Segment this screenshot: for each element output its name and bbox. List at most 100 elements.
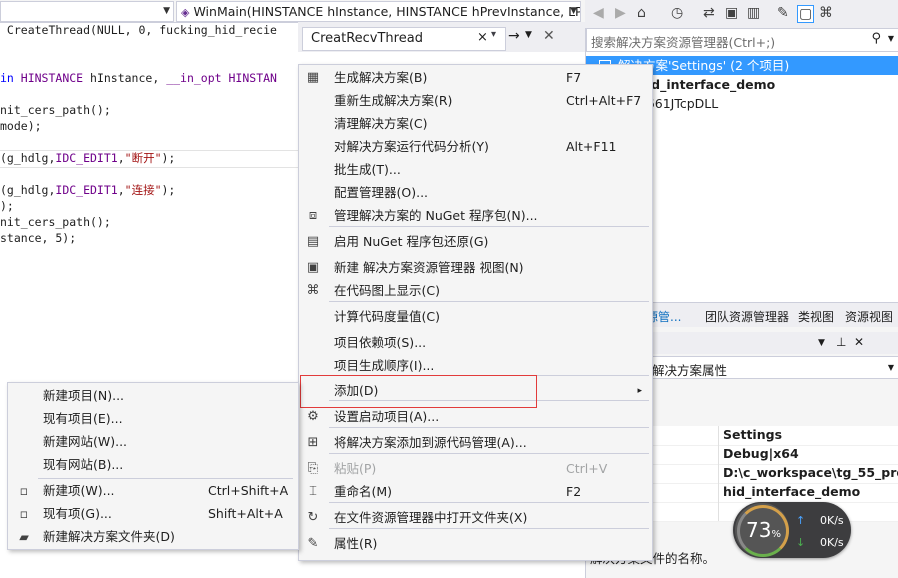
menu-item-icon: ▫: [19, 483, 29, 498]
submenu-item[interactable]: ▰ 新建解决方案文件夹(D): [8, 526, 298, 548]
cpu-percent: 73%: [746, 518, 781, 542]
find-symbol-box[interactable]: CreatRecvThread × ▾: [302, 27, 506, 51]
code-line[interactable]: );: [0, 198, 14, 214]
navigation-bar: ▼ ◈ WinMain(HINSTANCE hInstance, HINSTANC…: [0, 0, 585, 23]
context-menu-item[interactable]: ✎ 属性(R): [299, 533, 652, 555]
code-line[interactable]: nit_cers_path();: [0, 214, 111, 230]
code-token: "断开": [124, 151, 162, 165]
code-line[interactable]: (g_hdlg,IDC_EDIT1,"连接");: [0, 182, 175, 198]
context-menu-item[interactable]: ⎘ 粘贴(P) Ctrl+V: [299, 458, 652, 480]
menu-item-icon: ▣: [306, 260, 320, 275]
context-menu-item[interactable]: ⚙ 设置启动项目(A)...: [299, 406, 652, 428]
code-token: nit_cers_path();: [0, 103, 111, 117]
class-diagram-icon[interactable]: ⌘: [819, 5, 833, 21]
code-line[interactable]: CreateThread(NULL, 0, fucking_hid_recie: [0, 22, 277, 38]
close-icon[interactable]: ✕: [854, 335, 864, 349]
download-speed: 0K/s: [820, 536, 844, 549]
context-menu-item[interactable]: ⌶ 重命名(M) F2: [299, 481, 652, 503]
context-menu-item[interactable]: 项目生成顺序(I)...: [299, 355, 652, 377]
go-arrow-icon[interactable]: →: [508, 28, 520, 44]
code-line[interactable]: nit_cers_path();: [0, 102, 111, 118]
search-icon[interactable]: ⚲: [871, 31, 881, 46]
chevron-down-icon[interactable]: ▼: [888, 34, 894, 43]
code-line[interactable]: in HINSTANCE hInstance, __in_opt HINSTAN: [0, 70, 277, 86]
code-token: "连接": [124, 183, 162, 197]
home-icon[interactable]: ⌂: [637, 5, 646, 21]
context-menu-item[interactable]: 配置管理器(O)...: [299, 182, 652, 204]
menu-item-shortcut: Shift+Alt+A: [208, 506, 283, 521]
submenu-item[interactable]: 新建项目(N)...: [8, 385, 298, 407]
context-menu-item[interactable]: ▤ 启用 NuGet 程序包还原(G): [299, 231, 652, 253]
context-menu-item[interactable]: ↻ 在文件资源管理器中打开文件夹(X): [299, 507, 652, 529]
code-line[interactable]: mode);: [0, 118, 42, 134]
chevron-down-icon: ▼: [887, 363, 894, 372]
menu-item-label: 将解决方案添加到源代码管理(A)...: [334, 435, 527, 450]
wrench-icon[interactable]: ✎: [777, 5, 789, 21]
context-menu-item[interactable]: ▣ 新建 解决方案资源管理器 视图(N): [299, 257, 652, 279]
menu-item-icon: ▰: [19, 529, 29, 544]
submenu-item[interactable]: 现有网站(B)...: [8, 454, 298, 476]
menu-item-label: 项目依赖项(S)...: [334, 335, 427, 350]
chevron-down-icon[interactable]: ▼: [818, 338, 825, 348]
history-icon[interactable]: ◷: [671, 5, 683, 21]
solution-explorer-toolbar: ◀ ▶ ⌂ ◷ ⇄ ▣ ▥ ✎ ▢ ⌘: [585, 0, 898, 28]
submenu-item[interactable]: ▫ 新建项(W)... Ctrl+Shift+A: [8, 480, 298, 502]
solution-search-input[interactable]: 搜索解决方案资源管理器(Ctrl+;) ⚲ ▼: [586, 28, 898, 52]
code-token: hInstance,: [83, 71, 167, 85]
collapse-icon[interactable]: ▣: [725, 5, 738, 21]
dropdown-icon[interactable]: ▾: [491, 29, 496, 40]
code-token: ,: [117, 151, 125, 165]
show-files-icon[interactable]: ▥: [747, 5, 760, 21]
context-menu-item[interactable]: 清理解决方案(C): [299, 113, 652, 135]
close-icon[interactable]: ✕: [543, 28, 555, 44]
menu-item-shortcut: Alt+F11: [566, 139, 617, 154]
solution-context-menu: ▦ 生成解决方案(B) F7 重新生成解决方案(R) Ctrl+Alt+F7 清理解决方案…: [298, 64, 653, 561]
close-icon[interactable]: ×: [477, 30, 488, 45]
menu-item-label: 新建项(W)...: [43, 483, 115, 498]
download-arrow-icon: ↓: [796, 536, 806, 549]
menu-item-label: 现有项目(E)...: [43, 411, 123, 426]
menu-item-icon: ⌘: [306, 283, 320, 298]
context-menu-item[interactable]: 计算代码度量值(C): [299, 306, 652, 328]
submenu-item[interactable]: ▫ 现有项(G)... Shift+Alt+A: [8, 503, 298, 525]
pin-icon[interactable]: ⊥: [836, 335, 846, 349]
menu-item-shortcut: Ctrl+V: [566, 461, 608, 476]
tab-team-explorer[interactable]: 团队资源管理器: [705, 308, 789, 325]
code-token: (g_hdlg,: [0, 183, 56, 197]
code-token: nit_cers_path();: [0, 215, 111, 229]
forward-icon[interactable]: ▶: [615, 5, 626, 21]
function-combo[interactable]: ◈ WinMain(HINSTANCE hInstance, HINSTANCE …: [176, 1, 581, 22]
menu-item-shortcut: Ctrl+Shift+A: [208, 483, 289, 498]
find-symbol-text: CreatRecvThread: [311, 31, 423, 46]
menu-item-label: 配置管理器(O)...: [334, 185, 429, 200]
tab-class-view[interactable]: 类视图: [798, 308, 834, 325]
search-placeholder: 搜索解决方案资源管理器(Ctrl+;): [591, 35, 776, 50]
menu-item-icon: ↻: [307, 510, 319, 525]
menu-item-label: 计算代码度量值(C): [334, 309, 440, 324]
context-menu-item[interactable]: 重新生成解决方案(R) Ctrl+Alt+F7: [299, 90, 652, 112]
menu-item-label: 新建网站(W)...: [43, 434, 128, 449]
context-menu-item[interactable]: ▦ 生成解决方案(B) F7: [299, 67, 652, 89]
menu-item-icon: ⌶: [309, 484, 317, 499]
chevron-down-icon[interactable]: ▼: [525, 30, 532, 40]
code-token: IDC_EDIT1: [55, 183, 118, 197]
context-menu-item[interactable]: 批生成(T)...: [299, 159, 652, 181]
menu-item-label: 生成解决方案(B): [334, 70, 428, 85]
preview-icon[interactable]: ▢: [797, 5, 815, 23]
code-line[interactable]: (g_hdlg,IDC_EDIT1,"断开");: [0, 150, 175, 166]
sync-icon[interactable]: ⇄: [703, 5, 715, 21]
tab-resource-view[interactable]: 资源视图: [845, 308, 893, 325]
menu-item-label: 重命名(M): [334, 484, 393, 499]
code-line[interactable]: stance, 5);: [0, 230, 76, 246]
submenu-item[interactable]: 新建网站(W)...: [8, 431, 298, 453]
context-menu-item[interactable]: 对解决方案运行代码分析(Y) Alt+F11: [299, 136, 652, 158]
context-menu-item[interactable]: 项目依赖项(S)...: [299, 332, 652, 354]
scope-combo[interactable]: ▼: [0, 1, 174, 22]
submenu-item[interactable]: 现有项目(E)...: [8, 408, 298, 430]
context-menu-item[interactable]: ⊞ 将解决方案添加到源代码管理(A)...: [299, 432, 652, 454]
menu-item-label: 对解决方案运行代码分析(Y): [334, 139, 489, 154]
menu-item-shortcut: F7: [566, 70, 582, 85]
back-icon[interactable]: ◀: [593, 5, 604, 21]
context-menu-item[interactable]: ⌘ 在代码图上显示(C): [299, 280, 652, 302]
context-menu-item[interactable]: ⧈ 管理解决方案的 NuGet 程序包(N)...: [299, 205, 652, 227]
